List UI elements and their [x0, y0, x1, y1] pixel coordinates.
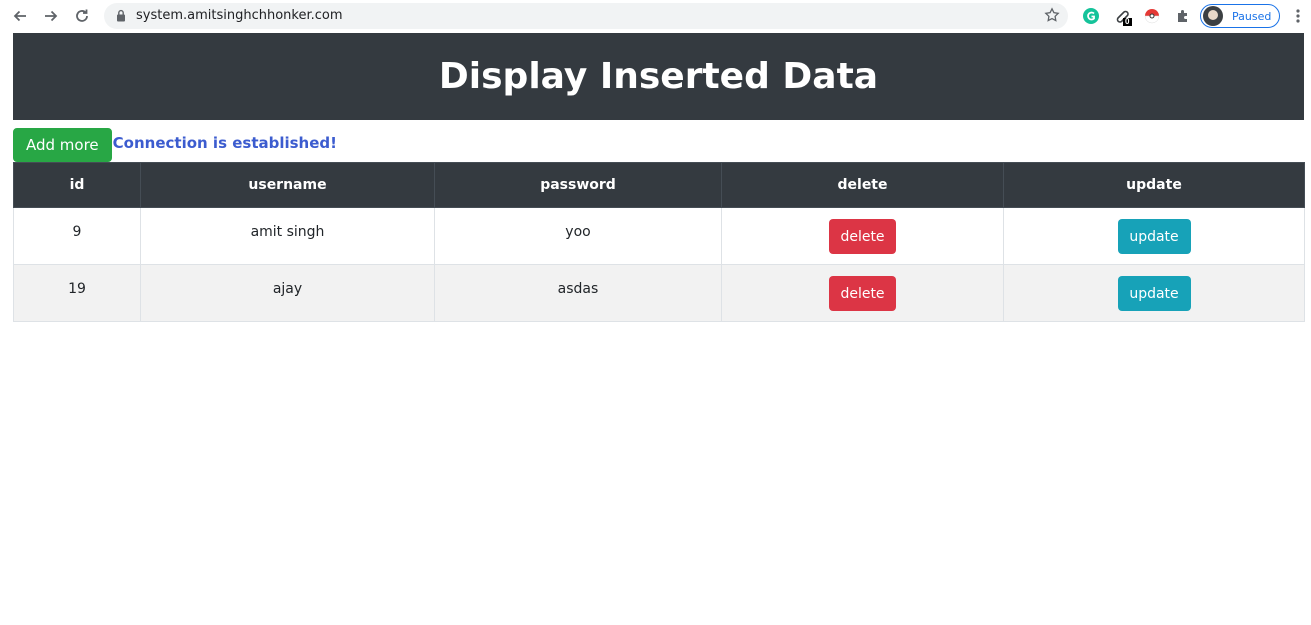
- link-extension-icon[interactable]: 0: [1113, 6, 1133, 26]
- column-header-password: password: [434, 162, 722, 208]
- page-title: Display Inserted Data: [438, 56, 879, 97]
- bookmark-star-icon[interactable]: [1044, 7, 1060, 28]
- more-menu-icon[interactable]: [1290, 6, 1306, 26]
- address-bar[interactable]: system.amitsinghchhonker.com: [104, 3, 1068, 29]
- url-text: system.amitsinghchhonker.com: [136, 8, 343, 23]
- delete-button[interactable]: delete: [829, 276, 896, 311]
- cell-delete: delete: [721, 264, 1004, 322]
- cell-update: update: [1003, 207, 1305, 265]
- add-more-button[interactable]: Add more: [13, 128, 112, 162]
- column-header-id: id: [13, 162, 141, 208]
- page-header: Display Inserted Data: [13, 33, 1304, 120]
- profile-button[interactable]: Paused: [1200, 4, 1280, 28]
- connection-status-message: Connection is established!: [112, 134, 337, 152]
- data-table: id username password delete update 9 ami…: [13, 162, 1305, 322]
- extension-badge: 0: [1125, 17, 1130, 26]
- forward-arrow-icon[interactable]: [39, 4, 63, 28]
- cell-username: ajay: [140, 264, 435, 322]
- cell-password: yoo: [434, 207, 722, 265]
- profile-status: Paused: [1232, 9, 1272, 23]
- page-content: Display Inserted Data Add more Connectio…: [13, 33, 1305, 322]
- lock-icon: [116, 9, 126, 27]
- back-arrow-icon[interactable]: [8, 4, 32, 28]
- pokeball-extension-icon[interactable]: [1142, 6, 1162, 26]
- actions-bar: Add more Connection is established!: [13, 120, 1304, 162]
- cell-id: 19: [13, 264, 141, 322]
- grammarly-extension-icon[interactable]: [1081, 6, 1101, 26]
- cell-id: 9: [13, 207, 141, 265]
- update-button[interactable]: update: [1117, 276, 1191, 311]
- delete-button[interactable]: delete: [829, 219, 896, 254]
- cell-delete: delete: [721, 207, 1004, 265]
- browser-toolbar: system.amitsinghchhonker.com 0 Paused: [0, 0, 1311, 32]
- cell-username: amit singh: [140, 207, 435, 265]
- table-row: 19 ajay asdas delete update: [13, 264, 1305, 322]
- column-header-update: update: [1003, 162, 1305, 208]
- column-header-username: username: [140, 162, 435, 208]
- puzzle-extensions-icon[interactable]: [1173, 6, 1193, 26]
- update-button[interactable]: update: [1117, 219, 1191, 254]
- table-header-row: id username password delete update: [13, 162, 1305, 208]
- reload-icon[interactable]: [70, 4, 94, 28]
- avatar: [1203, 6, 1223, 26]
- cell-update: update: [1003, 264, 1305, 322]
- table-row: 9 amit singh yoo delete update: [13, 207, 1305, 265]
- cell-password: asdas: [434, 264, 722, 322]
- column-header-delete: delete: [721, 162, 1004, 208]
